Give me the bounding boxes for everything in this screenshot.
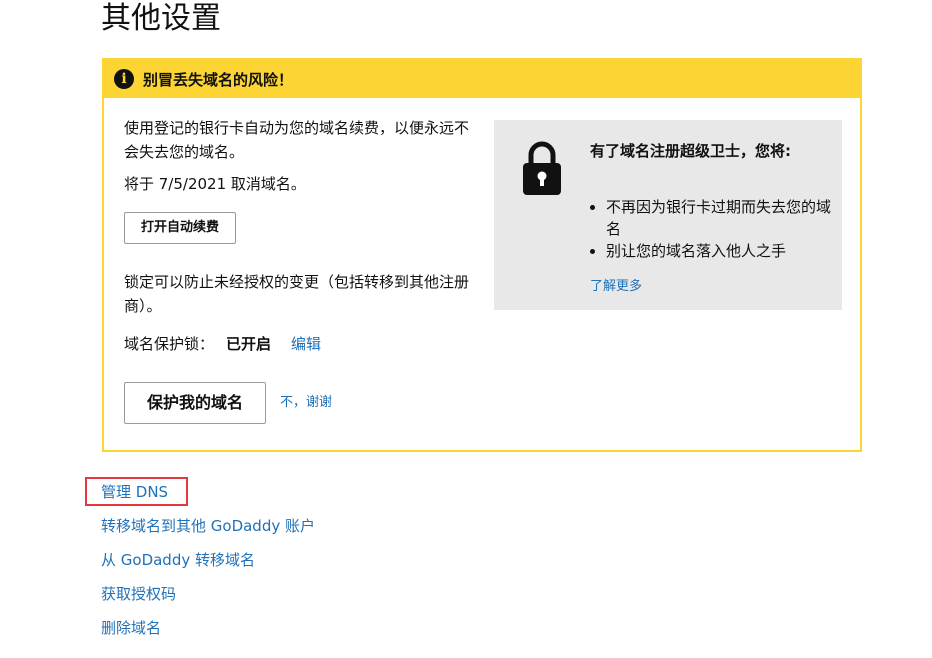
lock-label: 域名保护锁： xyxy=(124,335,215,353)
page: 其他设置 i 别冒丢失域名的风险！ 使用登记的银行卡自动为您的域名续费，以便永远… xyxy=(0,0,932,658)
protect-row: 保护我的域名 不，谢谢 xyxy=(124,382,474,424)
delete-domain-link[interactable]: 删除域名 xyxy=(101,616,315,650)
get-auth-code-link[interactable]: 获取授权码 xyxy=(101,582,315,616)
transfer-out-link[interactable]: 从 GoDaddy 转移域名 xyxy=(101,548,315,582)
no-thanks-link[interactable]: 不，谢谢 xyxy=(280,391,332,415)
edit-link[interactable]: 编辑 xyxy=(291,332,321,356)
lock-description: 锁定可以防止未经授权的变更（包括转移到其他注册商）。 xyxy=(124,273,470,315)
info-icon: i xyxy=(114,69,134,89)
promo-bullet: 别让您的域名落入他人之手 xyxy=(606,240,836,262)
promo-bullet: 不再因为银行卡过期而失去您的域名 xyxy=(606,196,836,240)
promo-title: 有了域名注册超级卫士，您将: xyxy=(590,142,791,160)
domain-actions-list: 管理 DNS 转移域名到其他 GoDaddy 账户 从 GoDaddy 转移域名… xyxy=(101,480,315,650)
domain-risk-alert: i 别冒丢失域名的风险！ 使用登记的银行卡自动为您的域名续费，以便永远不会失去您… xyxy=(102,58,862,452)
protect-domain-button[interactable]: 保护我的域名 xyxy=(124,382,267,424)
lock-icon xyxy=(522,140,562,200)
alert-header: i 别冒丢失域名的风险！ xyxy=(104,60,860,98)
autorenew-description: 使用登记的银行卡自动为您的域名续费，以便永远不会失去您的域名。 xyxy=(124,119,470,161)
domain-lock-row: 域名保护锁： 已开启 编辑 xyxy=(124,332,474,356)
autorenew-button[interactable]: 打开自动续费 xyxy=(124,212,237,244)
alert-left-column: 使用登记的银行卡自动为您的域名续费，以便永远不会失去您的域名。 将于 7/5/2… xyxy=(124,116,474,424)
alert-title: 别冒丢失域名的风险！ xyxy=(143,70,294,89)
promo-box: 有了域名注册超级卫士，您将: 不再因为银行卡过期而失去您的域名 别让您的域名落入… xyxy=(494,120,842,310)
transfer-to-account-link[interactable]: 转移域名到其他 GoDaddy 账户 xyxy=(101,514,315,548)
lock-status: 已开启 xyxy=(226,335,272,353)
page-title: 其他设置 xyxy=(101,1,221,36)
learn-more-link[interactable]: 了解更多 xyxy=(590,275,642,294)
promo-list: 不再因为银行卡过期而失去您的域名 别让您的域名落入他人之手 xyxy=(590,196,836,262)
manage-dns-link[interactable]: 管理 DNS xyxy=(101,480,315,514)
cancel-note: 将于 7/5/2021 取消域名。 xyxy=(124,175,306,193)
